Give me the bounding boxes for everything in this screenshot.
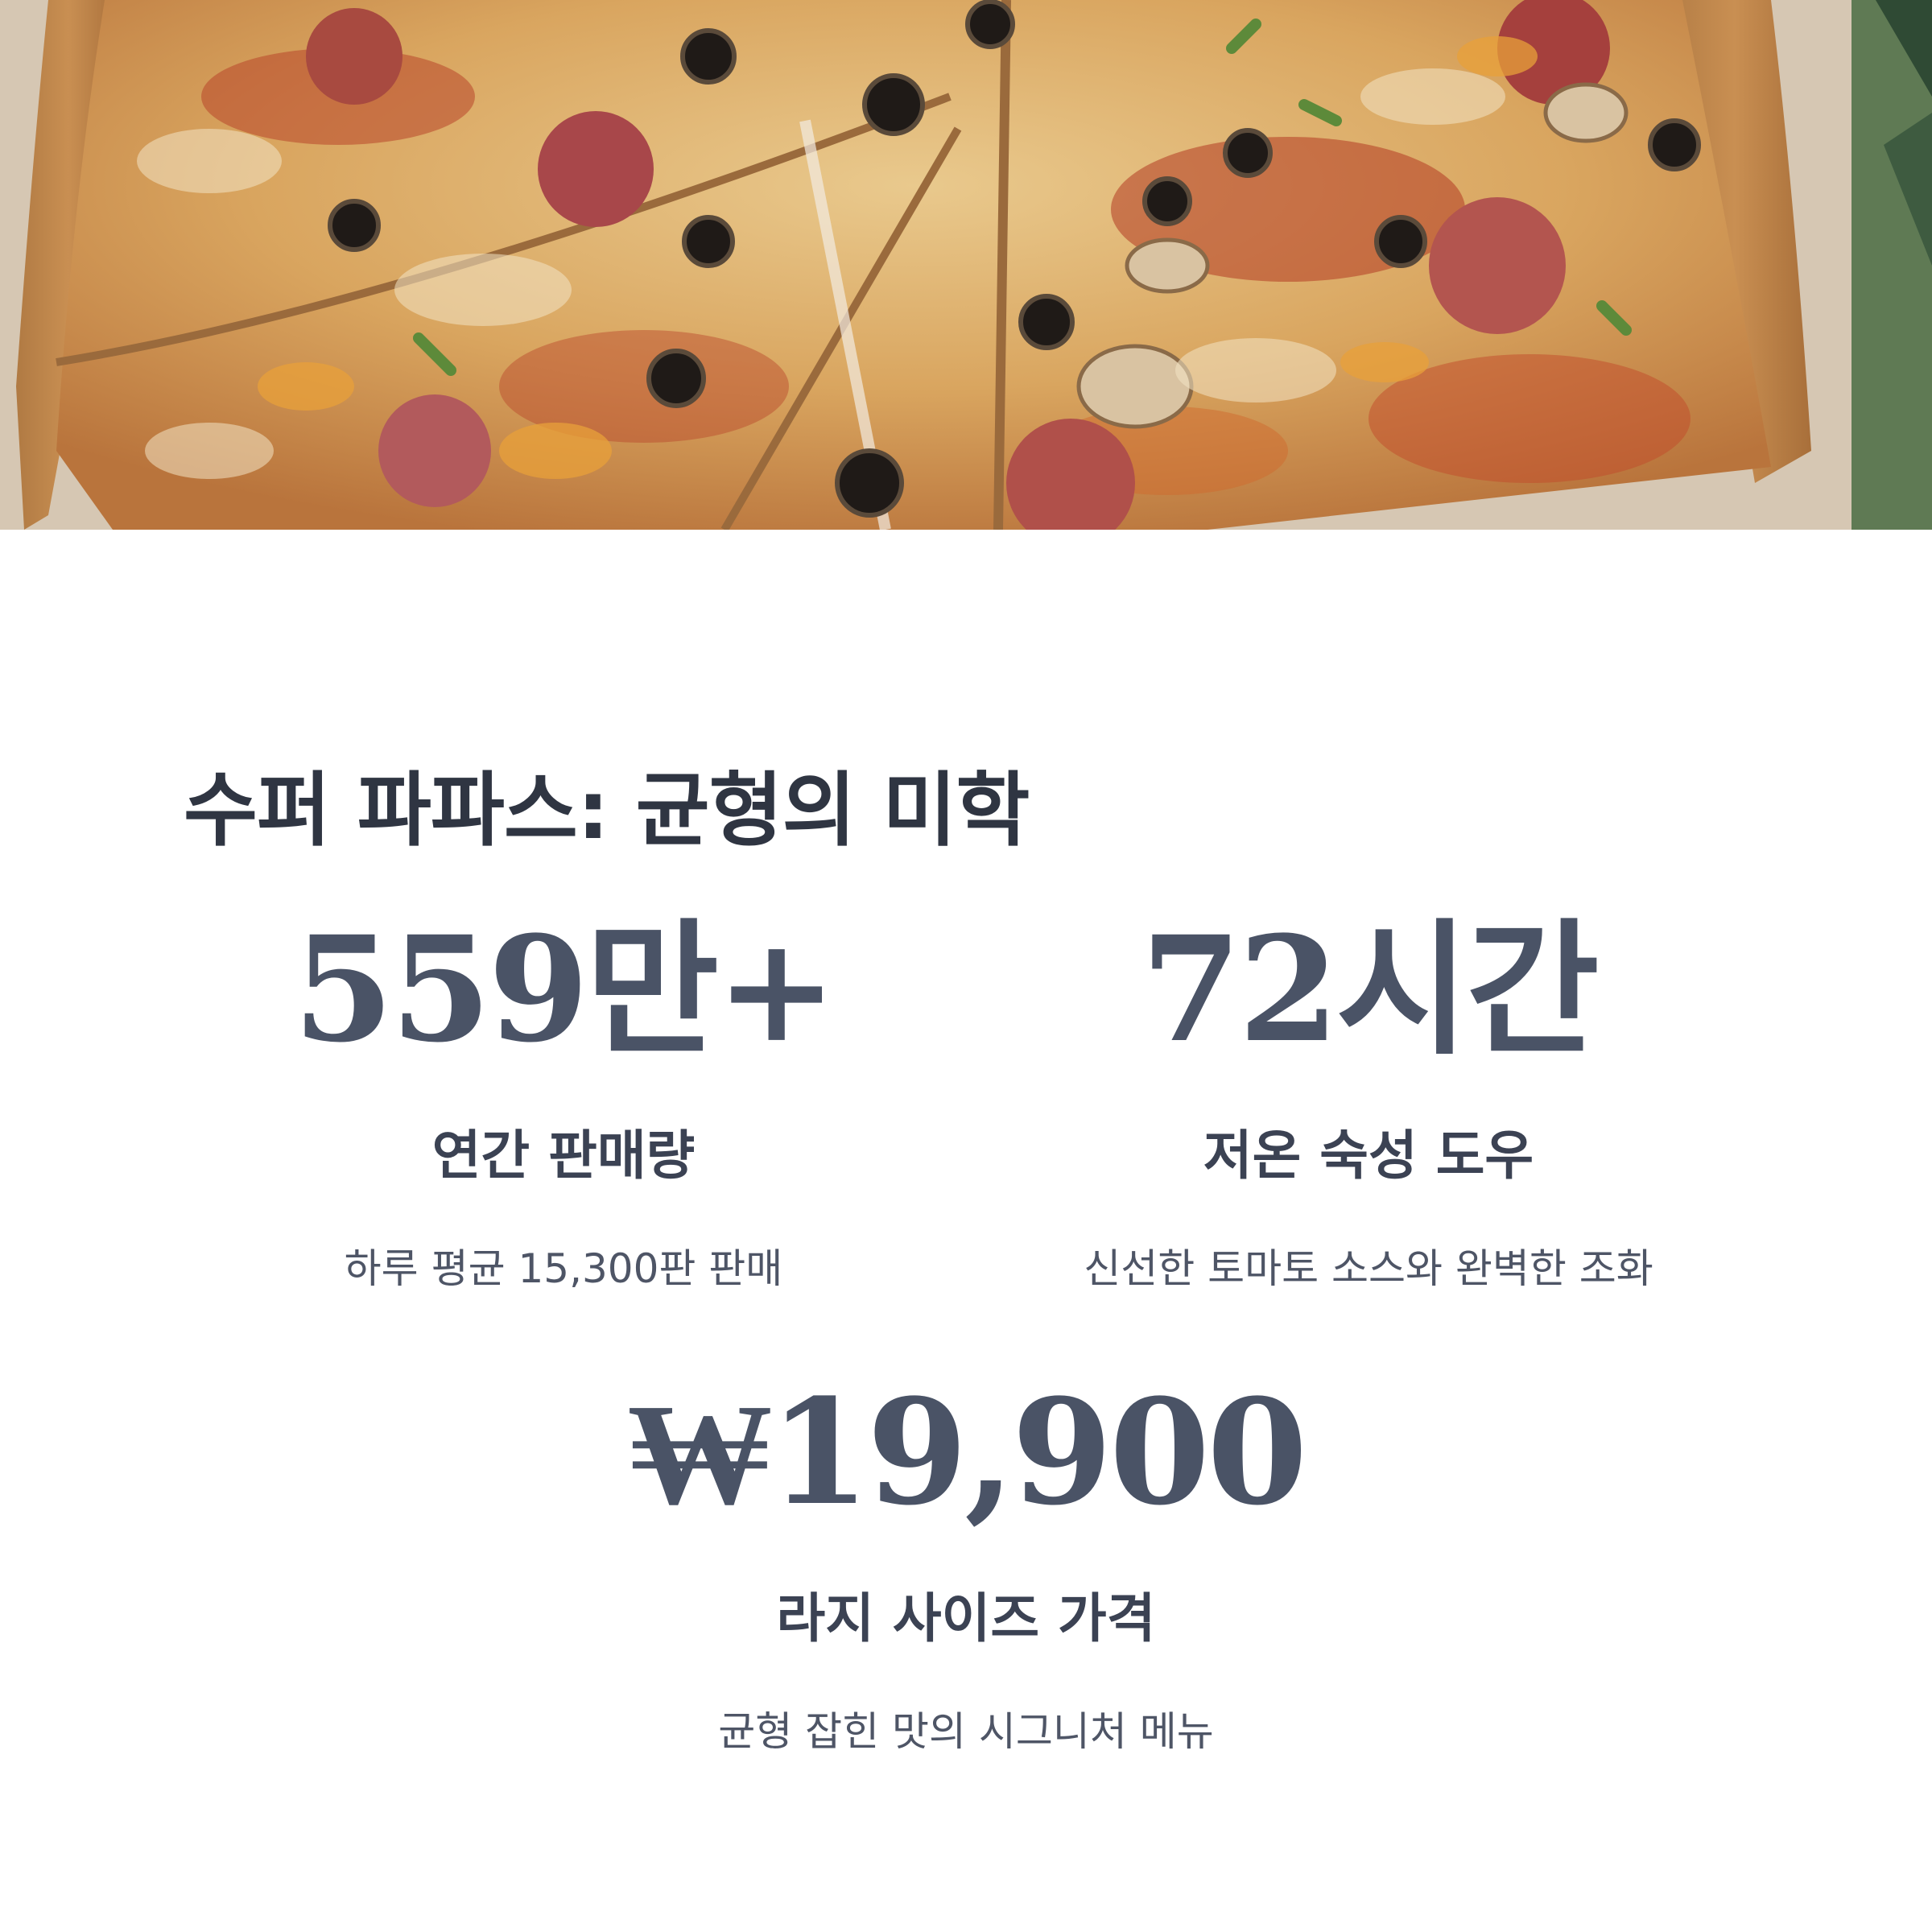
stat-value: 559만+ — [292, 905, 837, 1075]
pizza-hero-image — [0, 0, 1932, 530]
stat-label: 라지 사이즈 가격 — [776, 1587, 1156, 1649]
stat-value: 72시간 — [1141, 905, 1600, 1075]
page-title: 수퍼 파파스: 균형의 미학 — [184, 763, 1030, 857]
stat-label: 연간 판매량 — [431, 1125, 696, 1187]
poster-page: 수퍼 파파스: 균형의 미학 559만+ 연간 판매량 하루 평균 15,300… — [0, 0, 1932, 1932]
stat-annual-sales: 559만+ 연간 판매량 하루 평균 15,300판 판매 — [242, 918, 886, 1294]
stat-large-size-price: ₩19,900 라지 사이즈 가격 균형 잡힌 맛의 시그니처 메뉴 — [564, 1381, 1368, 1757]
stat-value: ₩19,900 — [627, 1368, 1308, 1538]
stat-description: 신선한 토마토 소스와 완벽한 조화 — [1084, 1245, 1653, 1292]
stat-description: 균형 잡힌 맛의 시그니처 메뉴 — [718, 1708, 1214, 1755]
stat-description: 하루 평균 15,300판 판매 — [344, 1245, 783, 1292]
stat-cold-aged-dough: 72시간 저온 숙성 도우 신선한 토마토 소스와 완벽한 조화 — [1046, 918, 1690, 1294]
stat-label: 저온 숙성 도우 — [1203, 1125, 1534, 1187]
